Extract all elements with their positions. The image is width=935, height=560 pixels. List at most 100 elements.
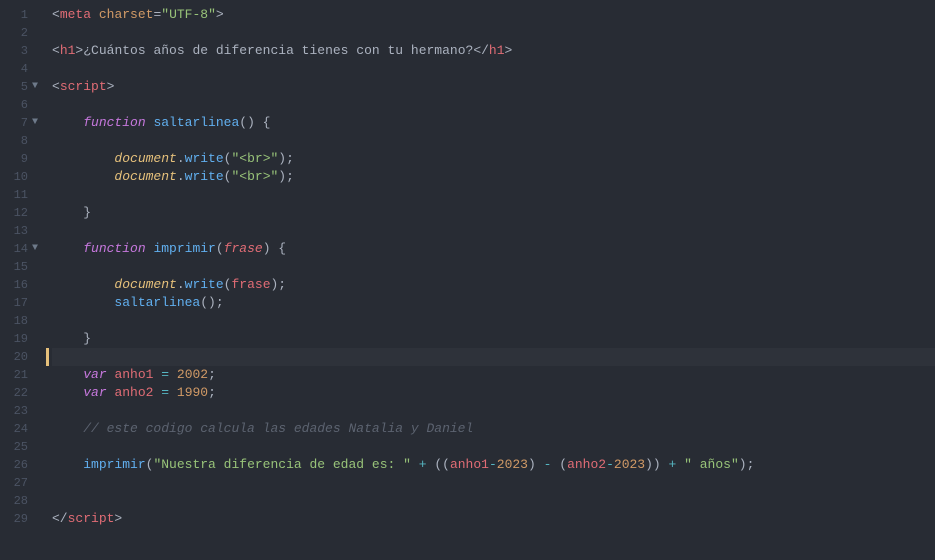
code-line[interactable]: <h1>¿Cuántos años de diferencia tienes c…: [52, 42, 935, 60]
token-text: [169, 385, 177, 400]
code-line[interactable]: [52, 186, 935, 204]
gutter-line: 17: [0, 294, 46, 312]
token-punct: .: [177, 151, 185, 166]
line-number: 26: [6, 456, 28, 474]
token-keyword: var: [83, 385, 106, 400]
token-number: 2023: [614, 457, 645, 472]
line-number: 3: [6, 42, 28, 60]
line-number: 22: [6, 384, 28, 402]
gutter-line: 28: [0, 492, 46, 510]
token-comment: // este codigo calcula las edades Natali…: [83, 421, 473, 436]
token-punct: .: [177, 169, 185, 184]
code-area[interactable]: <meta charset="UTF-8"> <h1>¿Cuántos años …: [46, 0, 935, 560]
token-text: [536, 457, 544, 472]
gutter-line: 14▼: [0, 240, 46, 258]
token-text: [52, 277, 114, 292]
code-line[interactable]: </script>: [52, 510, 935, 528]
token-text: [52, 169, 114, 184]
line-number: 8: [6, 132, 28, 150]
code-line[interactable]: var anho2 = 1990;: [52, 384, 935, 402]
code-line[interactable]: function saltarlinea() {: [52, 114, 935, 132]
gutter-line: 18: [0, 312, 46, 330]
token-func-call: imprimir: [83, 457, 145, 472]
code-line[interactable]: // este codigo calcula las edades Natali…: [52, 420, 935, 438]
token-text: [52, 385, 83, 400]
token-tag-bracket: </: [52, 511, 68, 526]
fold-icon[interactable]: ▼: [28, 240, 42, 258]
token-string: "UTF-8": [161, 7, 216, 22]
token-tag-name: meta: [60, 7, 91, 22]
code-line[interactable]: var anho1 = 2002;: [52, 366, 935, 384]
token-tag-name: script: [68, 511, 115, 526]
gutter-line: 10: [0, 168, 46, 186]
code-line[interactable]: [52, 222, 935, 240]
code-line[interactable]: }: [52, 204, 935, 222]
code-line[interactable]: [52, 492, 935, 510]
token-tag-bracket: </: [473, 43, 489, 58]
token-punct: ;: [208, 367, 216, 382]
token-tag-bracket: >: [114, 511, 122, 526]
gutter-line: 2: [0, 24, 46, 42]
code-line[interactable]: function imprimir(frase) {: [52, 240, 935, 258]
code-line[interactable]: [52, 24, 935, 42]
token-tag-bracket: <: [52, 79, 60, 94]
token-var-use: frase: [231, 277, 270, 292]
token-method: write: [185, 151, 224, 166]
fold-icon[interactable]: ▼: [28, 114, 42, 132]
gutter-line: 12: [0, 204, 46, 222]
gutter-line: 6: [0, 96, 46, 114]
token-text: [411, 457, 419, 472]
code-line[interactable]: imprimir("Nuestra diferencia de edad es:…: [52, 456, 935, 474]
token-punct: }: [83, 331, 91, 346]
line-number: 6: [6, 96, 28, 114]
line-number: 17: [6, 294, 28, 312]
line-number: 7: [6, 114, 28, 132]
token-string: " años": [684, 457, 739, 472]
token-text: [91, 7, 99, 22]
token-punct: (: [559, 457, 567, 472]
token-text: [52, 457, 83, 472]
code-line[interactable]: [52, 132, 935, 150]
code-line[interactable]: <script>: [52, 78, 935, 96]
code-line[interactable]: document.write("<br>");: [52, 168, 935, 186]
code-line[interactable]: }: [52, 330, 935, 348]
code-line[interactable]: [52, 402, 935, 420]
line-number: 4: [6, 60, 28, 78]
gutter-line: 22: [0, 384, 46, 402]
code-line[interactable]: [52, 258, 935, 276]
code-line[interactable]: [52, 96, 935, 114]
token-obj: document: [114, 169, 176, 184]
token-string: "<br>": [231, 151, 278, 166]
gutter-line: 8: [0, 132, 46, 150]
line-number: 10: [6, 168, 28, 186]
token-keyword: var: [83, 367, 106, 382]
token-punct: )): [645, 457, 661, 472]
line-number: 5: [6, 78, 28, 96]
token-text: [52, 331, 83, 346]
token-obj: document: [114, 151, 176, 166]
token-func-name: saltarlinea: [153, 115, 239, 130]
token-op: +: [419, 457, 427, 472]
gutter-line: 25: [0, 438, 46, 456]
gutter-line: 21: [0, 366, 46, 384]
gutter-line: 16: [0, 276, 46, 294]
token-number: 2002: [177, 367, 208, 382]
code-line[interactable]: document.write(frase);: [52, 276, 935, 294]
code-line[interactable]: <meta charset="UTF-8">: [52, 6, 935, 24]
code-line[interactable]: [52, 60, 935, 78]
token-punct: );: [278, 151, 294, 166]
fold-icon[interactable]: ▼: [28, 78, 42, 96]
code-line[interactable]: document.write("<br>");: [52, 150, 935, 168]
code-line[interactable]: [52, 312, 935, 330]
line-number: 23: [6, 402, 28, 420]
token-text: ¿Cuántos años de diferencia tienes con t…: [83, 43, 473, 58]
active-line-marker: [46, 348, 49, 366]
gutter-line: 27: [0, 474, 46, 492]
code-line[interactable]: [52, 438, 935, 456]
line-number: 1: [6, 6, 28, 24]
code-line[interactable]: saltarlinea();: [52, 294, 935, 312]
token-punct: );: [739, 457, 755, 472]
code-line[interactable]: [52, 348, 935, 366]
code-line[interactable]: [52, 474, 935, 492]
token-punct: }: [83, 205, 91, 220]
